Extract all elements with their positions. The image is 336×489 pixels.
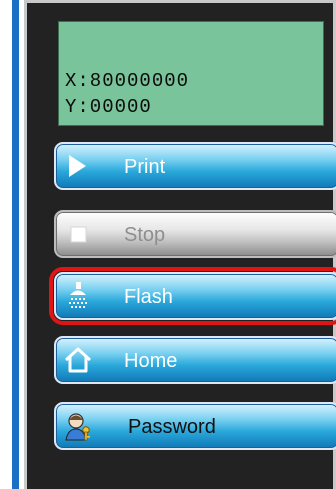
play-triangle-icon (69, 155, 86, 177)
x-position-readout: X:80000000 (65, 70, 190, 92)
y-position-readout: Y:00000 (65, 96, 152, 118)
panel-frame-left (24, 0, 27, 489)
password-button-label: Password (128, 416, 216, 438)
flash-button[interactable]: Flash (49, 267, 336, 325)
house-icon (64, 347, 92, 373)
home-button[interactable]: Home (54, 336, 336, 384)
stop-button[interactable]: Stop (54, 210, 336, 258)
stop-square-icon (70, 226, 87, 243)
print-button[interactable]: Print (54, 142, 336, 190)
accent-bar (12, 0, 19, 489)
shower-icon (69, 282, 87, 308)
position-display: X:80000000 Y:00000 (58, 21, 324, 126)
home-button-label: Home (124, 350, 178, 372)
password-button[interactable]: Password (54, 402, 336, 450)
control-panel: X:80000000 Y:00000 Print Stop Flash Home… (24, 0, 336, 489)
left-edge-strip (0, 0, 24, 489)
flash-button-label: Flash (124, 286, 173, 308)
print-button-label: Print (124, 156, 166, 178)
user-key-icon (65, 413, 90, 441)
stop-button-label: Stop (124, 224, 166, 246)
panel-frame-top (24, 0, 336, 3)
